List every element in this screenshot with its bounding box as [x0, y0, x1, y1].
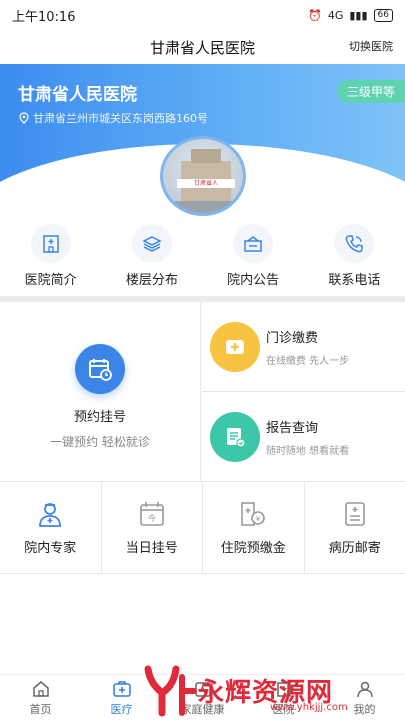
payment-title: 门诊缴费: [266, 330, 319, 346]
svg-text:今: 今: [148, 513, 156, 523]
services-grid: 预约挂号 一键预约 轻松就诊 门诊缴费 在线缴费 先人一步 报告查询 随时随地 …: [0, 302, 405, 482]
appointment-title: 预约挂号: [73, 410, 126, 425]
calendar-clock-icon: [75, 344, 125, 394]
report-subtitle: 随时随地 想看就看: [266, 446, 350, 457]
service-experts[interactable]: 院内专家: [0, 482, 102, 573]
notice-icon: [233, 224, 274, 263]
quick-link-notices[interactable]: 院内公告: [203, 224, 304, 288]
quick-link-phone[interactable]: 联系电话: [304, 224, 405, 288]
home-icon: [32, 680, 49, 697]
deposit-icon: ¥: [241, 502, 266, 526]
building-top-shape: [191, 149, 221, 163]
appointment-card[interactable]: 预约挂号 一键预约 轻松就诊: [0, 302, 201, 482]
watermark-url: www.yhkjjj.com: [270, 702, 348, 713]
status-bar: 上午10:16 ⏰ 4G ▮▮▮ 66: [0, 0, 405, 30]
quick-link-label: 联系电话: [328, 273, 381, 288]
hospital-address: 甘肃省兰州市城关区东岗西路160号: [18, 110, 208, 126]
service-label: 当日挂号: [125, 541, 178, 556]
service-same-day[interactable]: 今 当日挂号: [102, 482, 203, 573]
report-doc-icon: [210, 412, 260, 462]
watermark: 永辉资源网 www.yhkjjj.com: [140, 660, 405, 720]
payment-subtitle: 在线缴费 先人一步: [266, 355, 350, 367]
service-label: 病历邮寄: [328, 541, 381, 556]
report-title: 报告查询: [266, 421, 319, 436]
service-record-mail[interactable]: 病历邮寄: [305, 482, 405, 573]
hospital-name: 甘肃省人民医院: [18, 85, 137, 105]
tab-label: 医疗: [110, 702, 133, 716]
signal-icon: ▮▮▮: [349, 8, 368, 22]
calendar-today-icon: 今: [139, 502, 164, 526]
payment-plus-icon: [210, 321, 260, 372]
status-icons: ⏰ 4G ▮▮▮ 66: [308, 8, 393, 22]
tab-label: 首页: [29, 702, 52, 716]
watermark-logo-icon: [144, 665, 197, 717]
address-text: 甘肃省兰州市城关区东岗西路160号: [33, 112, 208, 125]
quick-links: 医院简介 楼层分布 院内公告 联系电话: [0, 224, 405, 288]
service-deposit[interactable]: ¥ 住院预缴金: [203, 482, 305, 573]
hospital-photo: 甘肃省人: [160, 136, 246, 216]
tab-home[interactable]: 首页: [0, 675, 81, 720]
battery-icon: 66: [373, 8, 393, 22]
medical-record-icon: [344, 502, 365, 526]
status-time: 上午10:16: [12, 9, 76, 25]
nav-bar: 甘肃省人民医院 切换医院: [0, 30, 405, 64]
doctor-icon: [39, 503, 62, 527]
service-label: 住院预缴金: [220, 541, 286, 556]
service-label: 院内专家: [24, 541, 77, 556]
report-card[interactable]: 报告查询 随时随地 想看就看: [202, 392, 405, 482]
location-pin-icon: [19, 112, 29, 124]
alarm-icon: ⏰: [308, 8, 322, 22]
quick-link-floors[interactable]: 楼层分布: [101, 224, 202, 288]
quick-link-label: 医院简介: [24, 273, 77, 288]
phone-icon: [334, 224, 375, 263]
quick-link-intro[interactable]: 医院简介: [0, 224, 101, 288]
hospital-sign: 甘肃省人: [177, 179, 235, 188]
appointment-subtitle: 一键预约 轻松就诊: [50, 435, 150, 449]
hospital-building-icon: [30, 224, 71, 263]
quick-link-label: 楼层分布: [125, 273, 178, 288]
page-title: 甘肃省人民医院: [149, 38, 255, 57]
payment-card[interactable]: 门诊缴费 在线缴费 先人一步: [202, 302, 405, 392]
switch-hospital-button[interactable]: 切换医院: [349, 38, 393, 54]
more-services: 院内专家 今 当日挂号 ¥ 住院预缴金 病历邮寄: [0, 482, 405, 574]
network-label: 4G: [327, 8, 344, 22]
quick-link-label: 院内公告: [227, 273, 280, 288]
medical-kit-icon: [112, 680, 131, 697]
layers-icon: [131, 224, 172, 263]
hospital-level-badge: 三级甲等: [336, 80, 405, 103]
svg-text:¥: ¥: [256, 515, 261, 523]
ground-shape: [163, 201, 243, 213]
